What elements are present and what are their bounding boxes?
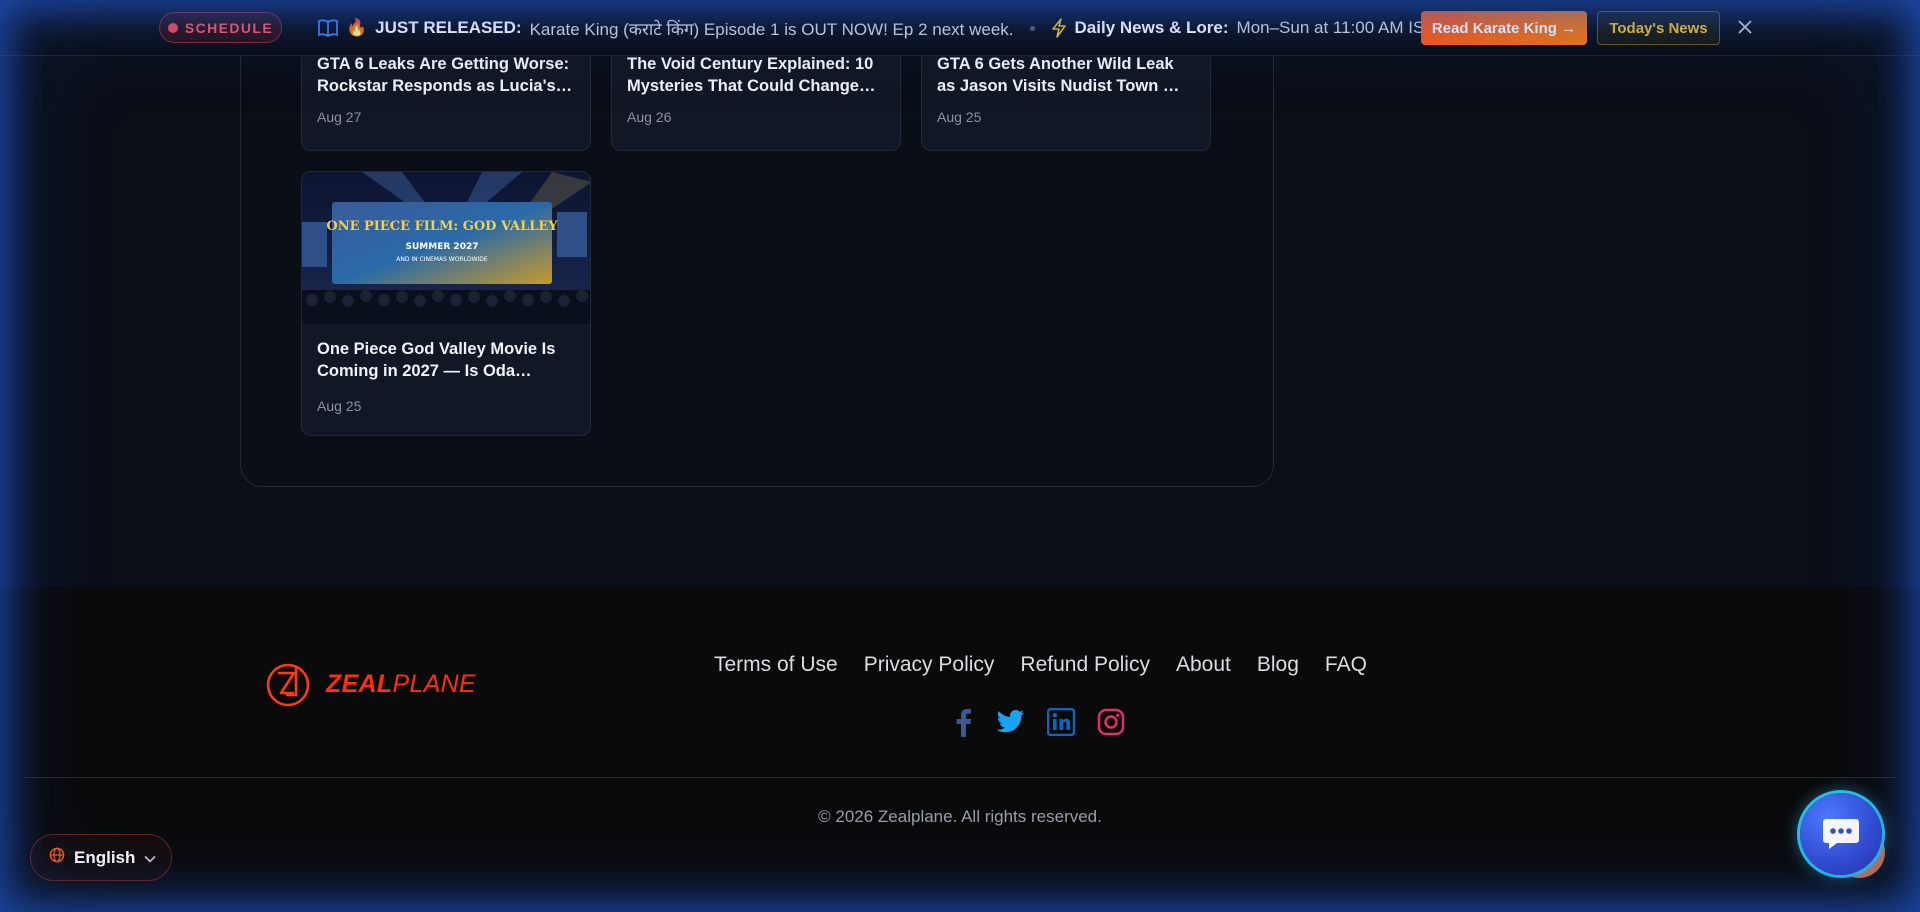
schedule-label: SCHEDULE xyxy=(184,19,274,36)
brand-name: ZEALPLANE xyxy=(326,670,476,699)
read-karate-king-button[interactable]: Read Karate King → xyxy=(1421,11,1587,45)
schedule-button[interactable]: SCHEDULE xyxy=(159,12,282,43)
release-text[interactable]: Karate King (कराटे किंग) Episode 1 is OU… xyxy=(530,17,1014,40)
blog-link[interactable]: Blog xyxy=(1257,653,1299,677)
lightning-icon xyxy=(1051,18,1067,38)
twitter-icon[interactable] xyxy=(995,709,1025,740)
thumbnail-headline: ONE PIECE FILM: GOD VALLEY xyxy=(326,219,558,234)
article-title-line1: The Void Century Explained: 10 xyxy=(627,55,874,73)
terms-link[interactable]: Terms of Use xyxy=(714,653,838,677)
article-title-line2: as Jason Visits Nudist Town … xyxy=(937,77,1180,95)
article-title-line2: Coming in 2027 — Is Oda… xyxy=(317,362,532,380)
about-link[interactable]: About xyxy=(1176,653,1231,677)
article-title-line2: Rockstar Responds as Lucia's… xyxy=(317,77,573,95)
todays-news-button[interactable]: Today's News xyxy=(1597,11,1720,45)
article-card[interactable]: ONE PIECE FILM: GOD VALLEY SUMMER 2027 A… xyxy=(301,171,591,436)
zealplane-mark-icon xyxy=(266,663,310,707)
announcement-bar: SCHEDULE 🔥 JUST RELEASED: Karate King (क… xyxy=(0,0,1920,56)
article-card[interactable]: GTA 6 Leaks Are Getting Worse: Rockstar … xyxy=(301,40,591,151)
chat-bubble-icon xyxy=(1823,819,1859,849)
article-title-line1: One Piece God Valley Movie Is xyxy=(317,340,556,358)
copyright-text: © 2026 Zealplane. All rights reserved. xyxy=(818,807,1102,826)
live-dot-icon xyxy=(167,22,178,33)
article-date: Aug 25 xyxy=(317,398,362,414)
article-title-line1: GTA 6 Leaks Are Getting Worse: xyxy=(317,55,570,73)
book-icon xyxy=(318,19,338,37)
brand-bold: ZEAL xyxy=(326,669,393,698)
news-schedule-text: Mon–Sun at 11:00 AM IST xyxy=(1236,18,1435,37)
news-heading: Daily News & Lore: xyxy=(1074,18,1229,37)
release-heading: JUST RELEASED: xyxy=(375,18,522,37)
thumbnail-line1: SUMMER 2027 xyxy=(406,242,479,252)
social-links xyxy=(953,707,1125,742)
faq-link[interactable]: FAQ xyxy=(1325,653,1367,677)
refund-link[interactable]: Refund Policy xyxy=(1020,653,1150,677)
article-date: Aug 26 xyxy=(627,109,672,125)
instagram-icon[interactable] xyxy=(1097,708,1125,741)
article-title-line2: Mysteries That Could Change… xyxy=(627,77,876,95)
linkedin-icon[interactable] xyxy=(1046,707,1076,741)
announcement-ticker: 🔥 JUST RELEASED: Karate King (कराटे किंग… xyxy=(318,0,1435,56)
article-date: Aug 27 xyxy=(317,109,362,125)
close-icon[interactable] xyxy=(1734,16,1756,38)
chevron-down-icon xyxy=(144,848,156,868)
facebook-icon[interactable] xyxy=(953,707,973,742)
footer-links: Terms of Use Privacy Policy Refund Polic… xyxy=(714,653,1367,677)
article-card[interactable]: The Void Century Explained: 10 Mysteries… xyxy=(611,40,901,151)
language-label: English xyxy=(74,847,136,867)
language-selector[interactable]: English xyxy=(30,834,172,881)
article-thumbnail[interactable]: ONE PIECE FILM: GOD VALLEY SUMMER 2027 A… xyxy=(302,172,590,324)
article-card[interactable]: GTA 6 Gets Another Wild Leak as Jason Vi… xyxy=(921,40,1211,151)
ticker-separator xyxy=(1029,25,1035,31)
article-date: Aug 25 xyxy=(937,109,982,125)
zealplane-logo[interactable]: ZEALPLANE xyxy=(264,659,476,709)
globe-icon xyxy=(49,847,65,868)
privacy-link[interactable]: Privacy Policy xyxy=(864,653,995,677)
chat-button[interactable] xyxy=(1800,793,1882,875)
footer-divider xyxy=(24,777,1896,778)
thumbnail-line2: AND IN CINEMAS WORLDWIDE xyxy=(396,256,488,263)
fire-emoji: 🔥 xyxy=(346,18,368,37)
brand-rest: PLANE xyxy=(392,669,476,698)
article-title-line1: GTA 6 Gets Another Wild Leak xyxy=(937,55,1174,73)
site-footer: ZEALPLANE Terms of Use Privacy Policy Re… xyxy=(0,587,1920,912)
